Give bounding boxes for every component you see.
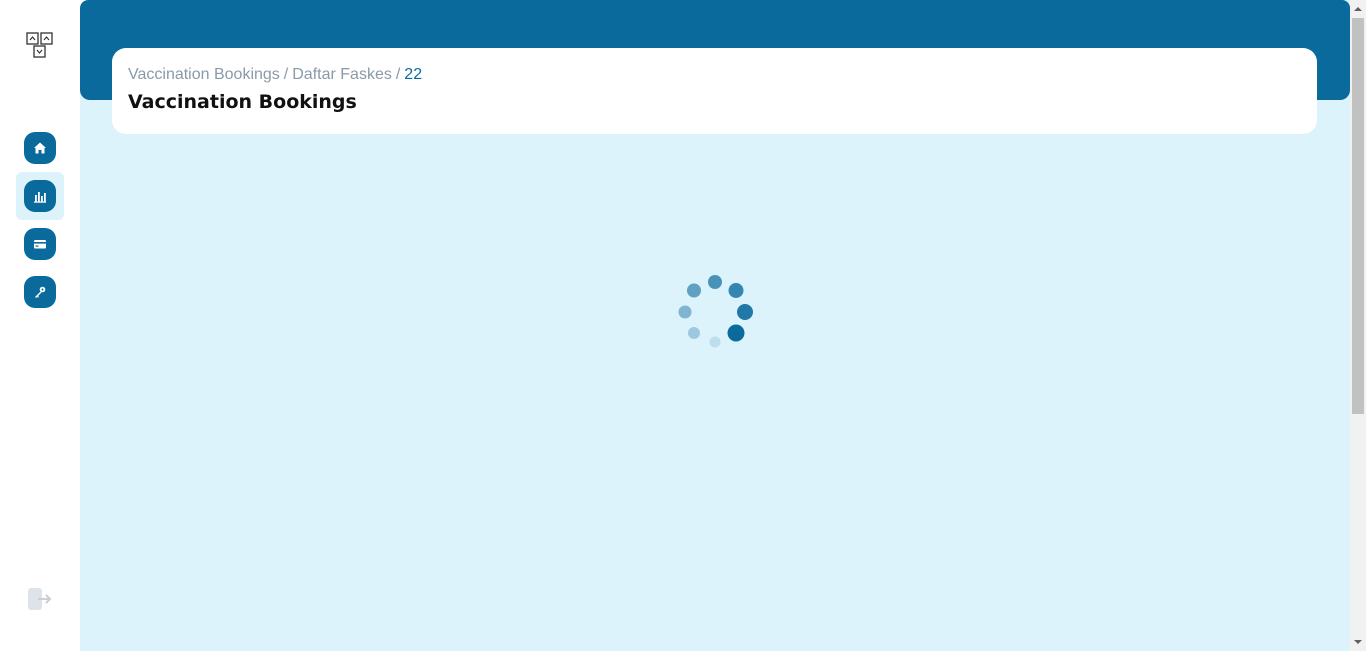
spinner-dot bbox=[688, 327, 700, 339]
breadcrumb: Vaccination Bookings / Daftar Faskes/22 bbox=[128, 66, 422, 84]
logout-icon[interactable] bbox=[26, 586, 54, 612]
page-title: Vaccination Bookings bbox=[128, 91, 357, 113]
spinner-dot bbox=[687, 283, 701, 298]
key-icon bbox=[35, 286, 46, 298]
sidebar bbox=[0, 0, 80, 651]
scroll-up-arrow-icon[interactable] bbox=[1350, 1, 1366, 17]
app-logo-icon[interactable] bbox=[26, 31, 54, 59]
cards-button[interactable] bbox=[24, 228, 56, 260]
keys-button[interactable] bbox=[24, 276, 56, 308]
scrollbar-thumb[interactable] bbox=[1352, 18, 1364, 414]
vertical-scrollbar[interactable] bbox=[1350, 0, 1366, 651]
breadcrumb-current: 22 bbox=[404, 66, 423, 83]
home-button[interactable] bbox=[24, 132, 56, 164]
spinner-dot bbox=[708, 275, 722, 289]
spinner-dot bbox=[737, 304, 753, 320]
home-icon bbox=[34, 142, 46, 154]
spinner-dot bbox=[728, 283, 744, 298]
spinner-dot bbox=[727, 324, 745, 342]
sidebar-item-reports[interactable] bbox=[16, 172, 64, 220]
sidebar-item-home[interactable] bbox=[16, 124, 64, 172]
credit-card-icon bbox=[34, 240, 46, 249]
main-content: Vaccination Bookings / Daftar Faskes/22 Va… bbox=[80, 0, 1350, 651]
sidebar-item-cards[interactable] bbox=[16, 220, 64, 268]
breadcrumb-item-vaccination-bookings[interactable]: Vaccination Bookings bbox=[128, 66, 280, 83]
reports-button[interactable] bbox=[24, 180, 56, 212]
bar-chart-icon bbox=[34, 192, 46, 203]
spinner-dot bbox=[709, 336, 721, 348]
breadcrumb-separator: / bbox=[395, 66, 401, 83]
loading-spinner bbox=[676, 272, 756, 352]
scroll-down-arrow-icon[interactable] bbox=[1350, 634, 1366, 650]
breadcrumb-item-daftar-faskes[interactable]: Daftar Faskes bbox=[292, 66, 392, 83]
breadcrumb-separator: / bbox=[283, 66, 289, 83]
spinner-dot bbox=[678, 305, 692, 319]
sidebar-item-keys[interactable] bbox=[16, 268, 64, 316]
page-header-card: Vaccination Bookings / Daftar Faskes/22 Va… bbox=[112, 48, 1317, 134]
app-root: Vaccination Bookings / Daftar Faskes/22 Va… bbox=[0, 0, 1366, 651]
